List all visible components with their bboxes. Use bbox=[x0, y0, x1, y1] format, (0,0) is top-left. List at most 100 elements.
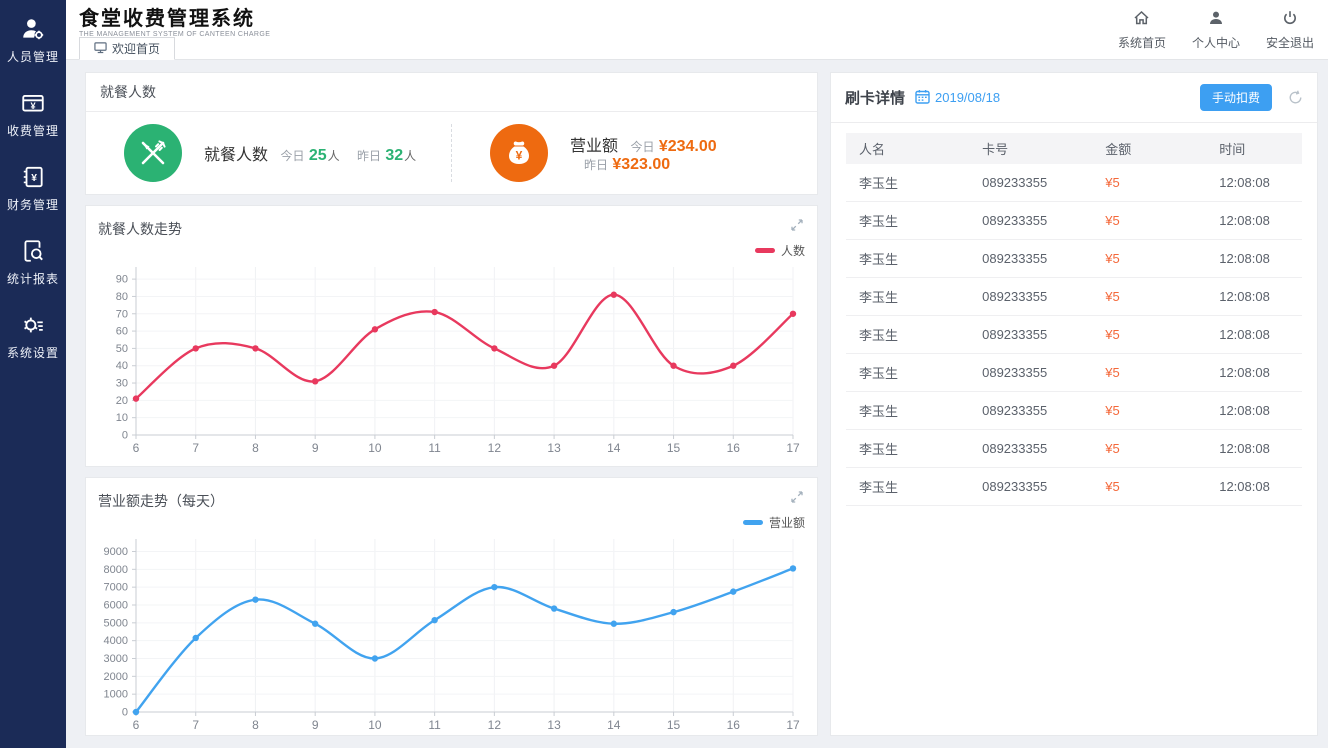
svg-text:13: 13 bbox=[547, 441, 561, 455]
app-title: 食堂收费管理系统 bbox=[79, 8, 270, 30]
svg-text:14: 14 bbox=[607, 441, 621, 455]
nav-label: 安全退出 bbox=[1266, 34, 1314, 51]
cell-name: 李玉生 bbox=[846, 173, 969, 192]
cell-amount: ¥5 bbox=[1092, 251, 1206, 266]
diners-trend-card: 就餐人数走势 人数 010203040506070809067891011121… bbox=[85, 205, 818, 467]
svg-text:90: 90 bbox=[116, 274, 128, 286]
svg-text:50: 50 bbox=[116, 343, 128, 355]
svg-text:3000: 3000 bbox=[104, 653, 128, 665]
chart-head: 就餐人数走势 人数 bbox=[98, 216, 805, 259]
svg-text:0: 0 bbox=[122, 707, 128, 719]
stat-label: 就餐人数 bbox=[204, 147, 268, 164]
svg-text:15: 15 bbox=[667, 718, 681, 732]
cell-amount: ¥5 bbox=[1092, 365, 1206, 380]
chart-title: 就餐人数走势 bbox=[98, 216, 182, 239]
chart-title: 营业额走势（每天） bbox=[98, 488, 224, 511]
cell-name: 李玉生 bbox=[846, 363, 969, 382]
chart-controls: 营业额 bbox=[743, 488, 805, 531]
column-header: 人名 bbox=[846, 139, 969, 158]
panel-actions: 手动扣费 bbox=[1200, 84, 1303, 111]
date-picker[interactable]: 2019/08/18 bbox=[915, 89, 1000, 107]
tab-welcome[interactable]: 欢迎首页 bbox=[79, 37, 175, 60]
stat-today: 今日 25人 bbox=[280, 149, 343, 163]
report-search-icon bbox=[20, 238, 46, 270]
sidebar-item-finance[interactable]: ¥ 财务管理 bbox=[0, 164, 66, 238]
svg-text:5000: 5000 bbox=[104, 617, 128, 629]
topbar: 食堂收费管理系统 THE MANAGEMENT SYSTEM OF CANTEE… bbox=[66, 0, 1328, 60]
nav-label: 个人中心 bbox=[1192, 34, 1240, 51]
stats-card-title: 就餐人数 bbox=[86, 73, 817, 112]
cell-time: 12:08:08 bbox=[1206, 365, 1302, 380]
svg-text:11: 11 bbox=[428, 441, 441, 455]
sidebar-item-personnel[interactable]: 人员管理 bbox=[0, 16, 66, 90]
svg-text:11: 11 bbox=[428, 718, 441, 732]
brand: 食堂收费管理系统 THE MANAGEMENT SYSTEM OF CANTEE… bbox=[79, 8, 270, 38]
power-icon bbox=[1282, 10, 1298, 31]
cell-amount: ¥5 bbox=[1092, 479, 1206, 494]
svg-text:12: 12 bbox=[488, 441, 502, 455]
stats-card: 就餐人数 就餐人数 今日 25人 bbox=[85, 72, 818, 195]
table-row: 李玉生089233355¥512:08:08 bbox=[846, 240, 1302, 278]
stat-today-value: ¥234.00 bbox=[659, 138, 717, 155]
cell-card-number: 089233355 bbox=[969, 289, 1092, 304]
svg-text:10: 10 bbox=[116, 412, 128, 424]
cell-name: 李玉生 bbox=[846, 287, 969, 306]
svg-text:2000: 2000 bbox=[104, 671, 128, 683]
nav-system-home[interactable]: 系统首页 bbox=[1118, 10, 1166, 51]
stat-yesterday: 昨日 32人 bbox=[357, 149, 416, 163]
stat-yesterday-value: ¥323.00 bbox=[612, 156, 670, 173]
svg-text:9000: 9000 bbox=[104, 546, 128, 558]
cell-name: 李玉生 bbox=[846, 249, 969, 268]
svg-text:14: 14 bbox=[607, 718, 621, 732]
panel-title: 刷卡详情 bbox=[845, 87, 905, 108]
svg-text:10: 10 bbox=[368, 718, 382, 732]
sidebar-item-settings[interactable]: 系统设置 bbox=[0, 312, 66, 386]
svg-text:8000: 8000 bbox=[104, 564, 128, 576]
expand-icon[interactable] bbox=[789, 488, 805, 510]
cell-card-number: 089233355 bbox=[969, 327, 1092, 342]
nav-logout[interactable]: 安全退出 bbox=[1266, 10, 1314, 51]
cell-card-number: 089233355 bbox=[969, 479, 1092, 494]
svg-text:10: 10 bbox=[368, 441, 382, 455]
nav-label: 系统首页 bbox=[1118, 34, 1166, 51]
svg-text:6000: 6000 bbox=[104, 599, 128, 611]
cell-amount: ¥5 bbox=[1092, 213, 1206, 228]
svg-text:20: 20 bbox=[116, 395, 128, 407]
stat-today: 今日 ¥234.00 bbox=[630, 140, 717, 154]
legend-swatch bbox=[755, 248, 775, 253]
cell-name: 李玉生 bbox=[846, 325, 969, 344]
svg-text:0: 0 bbox=[122, 430, 128, 442]
cell-card-number: 089233355 bbox=[969, 251, 1092, 266]
table-row: 李玉生089233355¥512:08:08 bbox=[846, 354, 1302, 392]
cell-time: 12:08:08 bbox=[1206, 327, 1302, 342]
expand-icon[interactable] bbox=[789, 216, 805, 238]
app-root: 人员管理 ¥ 收费管理 ¥ 财务管理 统计报表 系统设置 bbox=[0, 0, 1328, 748]
legend-label: 人数 bbox=[781, 242, 805, 259]
sidebar: 人员管理 ¥ 收费管理 ¥ 财务管理 统计报表 系统设置 bbox=[0, 0, 66, 748]
manual-charge-button[interactable]: 手动扣费 bbox=[1200, 84, 1272, 111]
svg-text:13: 13 bbox=[547, 718, 561, 732]
sidebar-item-label: 统计报表 bbox=[7, 270, 59, 287]
svg-text:16: 16 bbox=[727, 718, 741, 732]
stats-body: 就餐人数 今日 25人 昨日 32人 bbox=[86, 112, 817, 194]
sidebar-item-charge[interactable]: ¥ 收费管理 bbox=[0, 90, 66, 164]
refresh-icon[interactable] bbox=[1288, 90, 1303, 105]
gear-list-icon bbox=[20, 312, 46, 344]
svg-text:70: 70 bbox=[116, 308, 128, 320]
stat-revenue: ¥ 营业额 今日 ¥234.00 昨日 ¥323.00 bbox=[451, 124, 817, 182]
legend-label: 营业额 bbox=[769, 514, 805, 531]
svg-text:12: 12 bbox=[488, 718, 502, 732]
svg-text:¥: ¥ bbox=[516, 149, 523, 163]
card-swipe-panel: 刷卡详情 2019/08/18 手动扣费 人 bbox=[830, 72, 1318, 736]
legend: 营业额 bbox=[743, 514, 805, 531]
revenue-trend-chart[interactable]: 0100020003000400050006000700080009000678… bbox=[98, 531, 805, 729]
chart-controls: 人数 bbox=[755, 216, 805, 259]
nav-profile[interactable]: 个人中心 bbox=[1192, 10, 1240, 51]
diners-trend-chart[interactable]: 010203040506070809067891011121314151617 bbox=[98, 259, 805, 460]
table-row: 李玉生089233355¥512:08:08 bbox=[846, 278, 1302, 316]
sidebar-item-label: 系统设置 bbox=[7, 344, 59, 361]
sidebar-item-reports[interactable]: 统计报表 bbox=[0, 238, 66, 312]
column-header: 卡号 bbox=[969, 139, 1092, 158]
cell-name: 李玉生 bbox=[846, 439, 969, 458]
legend-swatch bbox=[743, 520, 763, 525]
